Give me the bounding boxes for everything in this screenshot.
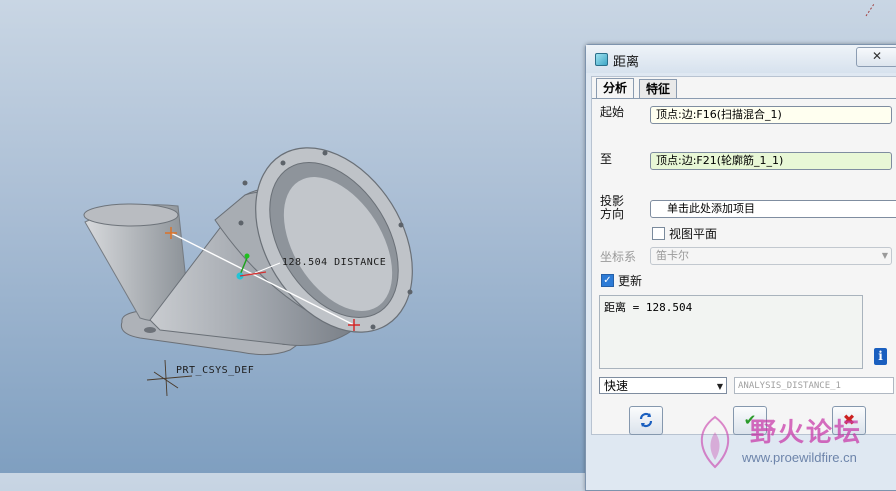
refresh-icon — [639, 412, 653, 428]
tab-feature[interactable]: 特征 — [639, 79, 678, 98]
distance-dimension-label[interactable]: 128.504 DISTANCE — [282, 257, 386, 268]
csys-type-label: 坐标系 — [600, 250, 637, 264]
projection-label: 投影 方向 — [600, 195, 624, 221]
tab-divider — [592, 98, 896, 99]
to-reference-field[interactable]: 顶点:边:F21(轮廓筋_1_1) — [650, 152, 892, 170]
update-label: 更新 — [618, 274, 643, 288]
mode-select-value: 快速 — [604, 379, 629, 393]
view-plane-checkbox[interactable] — [652, 227, 665, 240]
analysis-panel: 分析 特征 起始 顶点:边:F16(扫描混合_1) 至 顶点:边:F21(轮廓筋… — [591, 76, 896, 435]
dialog-titlebar[interactable]: 距离 ✕ — [586, 45, 896, 73]
info-icon[interactable]: i — [874, 348, 887, 365]
tab-analysis[interactable]: 分析 — [596, 78, 635, 99]
checkmark-icon: ✔ — [743, 411, 757, 429]
repeat-analysis-button[interactable] — [629, 406, 663, 435]
projection-label-line2: 方向 — [600, 207, 625, 221]
dialog-title: 距离 — [613, 55, 640, 70]
view-plane-label: 视图平面 — [669, 227, 718, 241]
csys-type-value: 笛卡尔 — [656, 249, 689, 262]
from-label: 起始 — [600, 105, 625, 119]
mode-select[interactable]: 快速 ▼ — [599, 377, 727, 394]
cancel-icon: ✖ — [842, 411, 856, 429]
ok-button[interactable]: ✔ — [733, 406, 767, 435]
feature-name-input[interactable]: ANALYSIS_DISTANCE_1 — [734, 377, 894, 394]
projection-direction-field[interactable]: 单击此处添加项目 — [650, 200, 896, 218]
from-reference-field[interactable]: 顶点:边:F16(扫描混合_1) — [650, 106, 892, 124]
cancel-button[interactable]: ✖ — [832, 406, 866, 435]
csys-label: PRT_CSYS_DEF — [176, 365, 255, 376]
to-label: 至 — [600, 152, 613, 166]
close-button[interactable]: ✕ — [856, 47, 896, 67]
update-checkbox[interactable]: ✓ — [601, 274, 614, 287]
chevron-down-icon: ▼ — [716, 382, 723, 391]
csys-type-select: 笛卡尔 ▼ — [650, 247, 892, 265]
distance-dialog: 距离 ✕ 分析 特征 起始 顶点:边:F16(扫描混合_1) 至 顶点:边:F2… — [585, 44, 896, 491]
result-text-area[interactable]: 距离 = 128.504 — [599, 295, 863, 369]
dialog-app-icon — [595, 53, 608, 66]
chevron-down-icon: ▼ — [881, 251, 888, 260]
